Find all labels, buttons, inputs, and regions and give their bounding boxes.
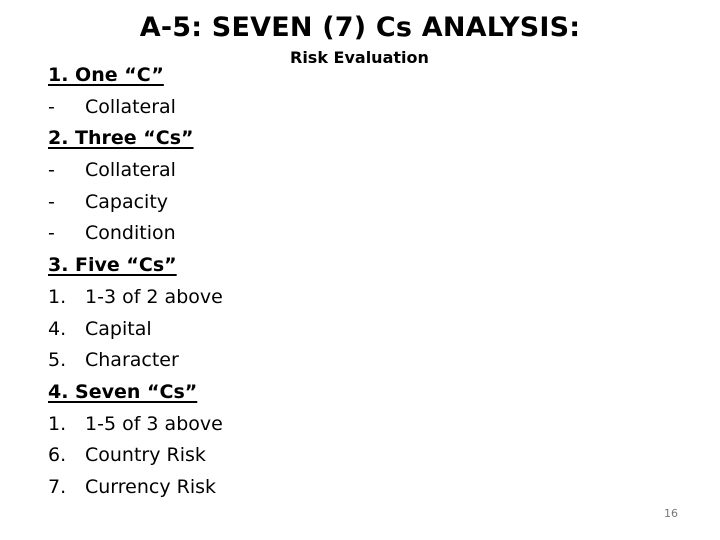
list-marker: - [48,222,55,245]
list-item-text: Capacity [85,190,169,213]
list-item: 1. 1-3 of 2 above [48,282,223,314]
list-marker: - [48,190,55,213]
list-marker: 6. [48,444,67,467]
list-item-text: Country Risk [85,444,206,467]
list-marker: - [48,159,55,182]
list-marker: 1. [48,412,67,435]
list-marker: - [48,95,55,118]
list-marker: 5. [48,349,67,372]
list-item: - Condition [48,218,223,250]
list-item-text: 1-5 of 3 above [85,412,223,435]
list-item: - Collateral [48,92,223,124]
list-item-text: Currency Risk [85,475,217,498]
list-item: - Collateral [48,155,223,187]
section-heading: 4. Seven “Cs” [48,380,198,403]
slide-title: A-5: SEVEN (7) Cs ANALYSIS: [139,12,581,43]
list-item: 7. Currency Risk [48,472,223,504]
list-item-text: Character [85,349,179,372]
list-item: 1. 1-5 of 3 above [48,409,223,441]
list-item-text: 1-3 of 2 above [85,285,223,308]
list-item: 4. Capital [48,314,223,346]
list-item-text: Capital [85,317,152,340]
list-marker: 7. [48,475,67,498]
section-heading: 2. Three “Cs” [48,127,194,150]
list-item-text: Collateral [85,159,176,182]
cs-analysis-list: 1. One “C” - Collateral 2. Three “Cs” - Co… [48,60,223,504]
list-item-text: Condition [85,222,176,245]
list-item: 6. Country Risk [48,440,223,472]
slide-subtitle: Risk Evaluation [290,48,429,67]
list-item: 5. Character [48,345,223,377]
section-heading: 1. One “C” [48,64,164,86]
list-item-text: Collateral [85,95,176,118]
list-marker: 4. [48,317,67,340]
page-number: 16 [664,507,678,520]
section-heading: 3. Five “Cs” [48,254,177,277]
list-marker: 1. [48,285,67,308]
list-item: - Capacity [48,187,223,219]
